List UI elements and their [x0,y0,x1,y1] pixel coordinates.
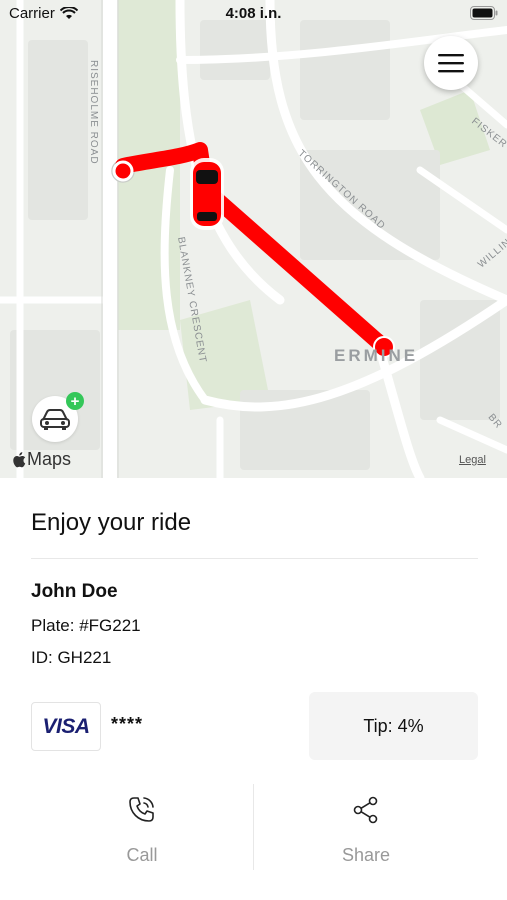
title-divider [31,558,478,559]
tip-button[interactable]: Tip: 4% [309,692,478,760]
maps-logo: Maps [12,449,71,470]
battery-icon [470,6,498,20]
call-button[interactable]: Call [31,784,253,870]
plate-number: Plate: #FG221 [31,616,141,635]
map-view[interactable]: Carrier 4:08 i.n. RISEHOLME ROAD TORRING… [0,0,507,478]
visa-card-icon: VISA [31,702,101,751]
add-vehicle-button[interactable]: + [32,392,84,442]
share-icon [353,796,378,824]
legal-link[interactable]: Legal [459,454,486,466]
phone-call-icon [129,797,154,822]
share-button[interactable]: Share [255,784,477,870]
sheet-title: Enjoy your ride [31,509,192,536]
plus-icon: + [66,392,84,410]
share-label: Share [341,845,391,865]
action-divider [253,784,254,870]
street-label-risholme: RISEHOLME ROAD [88,60,99,165]
car-marker [190,158,224,230]
maps-logo-text: Maps [27,449,72,469]
hamburger-icon [438,54,464,73]
driver-name: John Doe [31,581,118,602]
card-number-mask: **** [111,714,144,734]
pickup-marker [112,160,134,182]
apple-logo-icon [13,451,26,467]
driver-id: ID: GH221 [31,648,112,667]
status-bar: Carrier 4:08 i.n. [0,0,507,28]
menu-button[interactable] [424,36,478,90]
area-label: ERMINE [334,346,419,365]
status-time: 4:08 i.n. [225,5,282,22]
tip-label: Tip: 4% [363,715,424,736]
ride-sheet: Enjoy your ride John Doe Plate: #FG221 I… [0,478,507,900]
car-icon [40,409,70,430]
call-label: Call [126,845,158,865]
